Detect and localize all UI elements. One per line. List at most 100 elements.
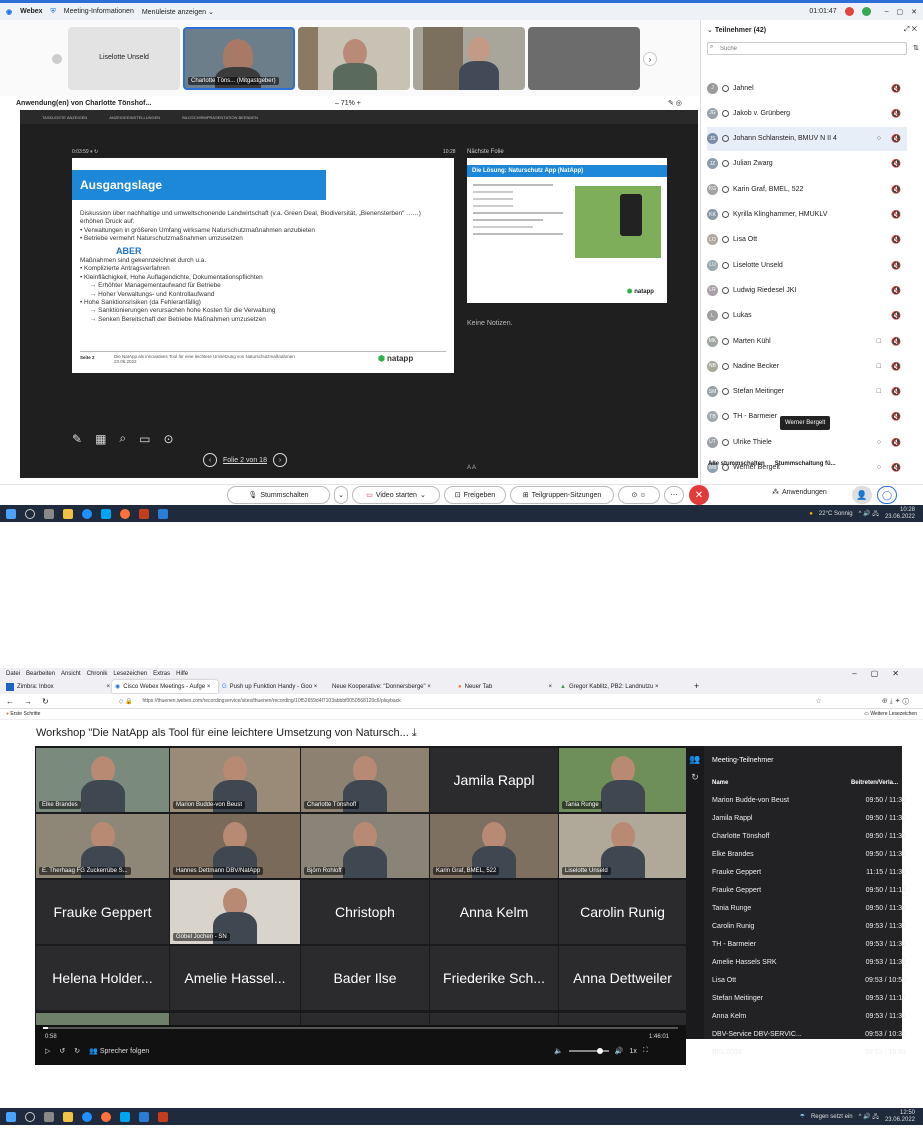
play-icon[interactable]: ▷ xyxy=(45,1047,50,1055)
video-tile[interactable]: Carolin Runig xyxy=(559,880,686,944)
word-icon[interactable] xyxy=(139,1111,149,1122)
participant-row[interactable]: KK Kyrilla Klinghammer, HMUKLV 🔇 xyxy=(707,203,907,227)
zoom-icon[interactable]: ⌕ xyxy=(119,431,126,446)
menu-view[interactable]: Ansicht xyxy=(61,671,81,677)
popout-icon[interactable]: ⤢ ✕ xyxy=(904,26,917,34)
participant-row[interactable]: UT Ulrike Thiele ○ 🔇 xyxy=(707,430,907,454)
annotate-icon[interactable]: ✎ ◎ xyxy=(668,99,682,107)
start-icon[interactable] xyxy=(6,1111,16,1122)
download-icon[interactable]: ⤓ xyxy=(412,727,417,739)
pen-icon[interactable]: ✎ xyxy=(72,432,82,446)
video-tile[interactable]: Göbel Jochen - SN xyxy=(170,880,300,944)
reload-icon[interactable]: ↻ xyxy=(42,697,49,706)
next-slide-button[interactable]: › xyxy=(272,453,287,467)
firefox-icon[interactable] xyxy=(101,1111,111,1122)
powerpoint-icon[interactable] xyxy=(139,508,149,519)
maximize-button[interactable]: ▢ xyxy=(897,8,904,16)
participant-row[interactable]: KG Karin Graf, BMEL, 522 🔇 xyxy=(707,177,907,201)
participant-row[interactable]: MK Marten Kühl □ 🔇 xyxy=(707,329,907,353)
breakout-button[interactable]: ⊞ Teilgruppen-Sitzungen xyxy=(510,486,614,504)
forward-icon[interactable]: → xyxy=(24,697,32,706)
video-tile[interactable]: Tania Runge xyxy=(559,748,686,812)
prev-slide-button[interactable]: ‹ xyxy=(203,453,217,467)
window-controls[interactable]: –▢✕ xyxy=(852,669,923,678)
display-settings-button[interactable]: ANZEIGEEINSTELLUNGEN xyxy=(109,115,160,120)
muted-microphone-icon[interactable]: 🔇 xyxy=(891,387,901,396)
video-tile-host[interactable]: Charlotte Töns... (Mitgastgeber) xyxy=(183,27,295,90)
subtitles-icon[interactable]: ▭ xyxy=(139,432,150,446)
zoom-control[interactable]: – 71% + xyxy=(335,100,361,107)
sort-icon[interactable]: ⇅ xyxy=(913,44,919,52)
video-tile[interactable]: Bader Ilse xyxy=(301,946,429,1010)
search-icon[interactable] xyxy=(25,508,35,519)
participant-row[interactable]: WB Werner Bergelt ○ 🔇 xyxy=(707,456,907,480)
video-tile-2[interactable] xyxy=(298,27,410,90)
other-bookmarks[interactable]: ▭ Weitere Lesezeichen xyxy=(864,711,923,717)
menu-bar-toggle[interactable]: Menüleiste anzeigen ⌄ xyxy=(142,8,214,16)
show-taskbar-button[interactable]: TASKLEISTE ANZEIGEN xyxy=(42,115,87,120)
toolbar-icons[interactable]: ⊕ ⤓ ✦ ⓘ xyxy=(882,697,923,706)
edge-icon[interactable] xyxy=(82,508,92,519)
video-tile[interactable]: Amelie Hassel... xyxy=(170,946,300,1010)
participant-row[interactable]: JZ Julian Zwarg 🔇 xyxy=(707,152,907,176)
video-tile[interactable]: Charlotte Tönshoff xyxy=(301,748,429,812)
video-tile[interactable]: Elke Brandes xyxy=(36,748,169,812)
participant-row[interactable]: NB Nadine Becker □ 🔇 xyxy=(707,354,907,378)
fullscreen-icon[interactable]: ⛶ xyxy=(643,1047,648,1055)
volume-slider[interactable] xyxy=(568,1048,609,1054)
apps-button[interactable]: ⁂ Anwendungen xyxy=(772,488,827,497)
video-tile[interactable]: Björn Rohloff xyxy=(301,814,429,878)
video-tile[interactable]: E. Therhaag FG Zuckerrübe S... xyxy=(36,814,169,878)
video-tile[interactable]: Frauke Geppert xyxy=(36,880,169,944)
muted-microphone-icon[interactable]: 🔇 xyxy=(891,185,901,194)
task-view-icon[interactable] xyxy=(44,1111,54,1122)
forward-icon[interactable]: ↻ xyxy=(74,1047,80,1055)
chevron-down-icon[interactable]: ⌄ xyxy=(707,26,713,34)
mute-button[interactable]: 🎙 Stummschalten xyxy=(227,486,330,504)
rewind-icon[interactable]: ↺ xyxy=(59,1047,65,1055)
video-tile[interactable]: Jamila Rappl xyxy=(430,748,558,812)
participant-search-input[interactable] xyxy=(707,42,907,55)
tab-kooperative[interactable]: Neue Kooperative: "Donnersberge" × xyxy=(332,681,452,693)
video-tile[interactable]: Marion Budde-von Beust xyxy=(170,748,300,812)
share-button[interactable]: ⊡ Freigeben xyxy=(444,486,506,504)
search-icon[interactable] xyxy=(25,1111,35,1122)
participant-row[interactable]: LU Liselotte Unseld 🔇 xyxy=(707,253,907,277)
participants-icon[interactable]: 👥 xyxy=(686,750,704,768)
mute-all-button[interactable]: Alle stummschalten xyxy=(708,461,765,467)
start-video-button[interactable]: ▭ Video starten ⌄ xyxy=(352,486,440,504)
speed-button[interactable]: 1x xyxy=(629,1048,636,1055)
muted-microphone-icon[interactable]: 🔇 xyxy=(891,311,901,320)
grid-icon[interactable]: ▦ xyxy=(95,432,106,446)
participant-row[interactable]: JS Johann Schlanstein, BMUV N II 4 ○ 🔇 xyxy=(707,126,907,151)
muted-microphone-icon[interactable]: 🔇 xyxy=(891,261,901,270)
participant-row[interactable]: LO Lisa Ott 🔇 xyxy=(707,228,907,252)
edge-icon[interactable] xyxy=(82,1111,92,1122)
video-tile[interactable]: Hannes Dettmann DBV/NatApp xyxy=(170,814,300,878)
muted-microphone-icon[interactable]: 🔇 xyxy=(891,438,901,447)
webex-taskbar-icon[interactable] xyxy=(120,1111,130,1122)
menu-help[interactable]: Hilfe xyxy=(176,671,188,677)
back-icon[interactable]: ← xyxy=(6,697,14,706)
task-view-icon[interactable] xyxy=(44,508,54,519)
muted-microphone-icon[interactable]: 🔇 xyxy=(891,210,901,219)
muted-microphone-icon[interactable]: 🔇 xyxy=(891,84,901,93)
video-tile-3[interactable] xyxy=(413,27,525,90)
participant-row[interactable]: JG Jakob v. Grünberg 🔇 xyxy=(707,101,907,125)
minimize-button[interactable]: – xyxy=(885,8,889,15)
menu-bookmarks[interactable]: Lesezeichen xyxy=(113,671,147,677)
chat-toggle-icon[interactable]: ◯ xyxy=(877,486,897,504)
menu-edit[interactable]: Bearbeiten xyxy=(26,671,55,677)
tab-gregor[interactable]: ▲ Gregor Kablitz, PB2: Landnutzu × xyxy=(560,681,690,693)
text-size-icon[interactable]: A A xyxy=(467,465,476,471)
muted-microphone-icon[interactable]: 🔇 xyxy=(891,286,901,295)
url-bar[interactable]: https://thuenen.webex.com/recordingservi… xyxy=(142,698,400,704)
audio-options-icon[interactable]: ⌄ xyxy=(334,486,348,504)
mute-on-entry-button[interactable]: Stummschaltung fü... xyxy=(775,461,836,467)
participant-row[interactable]: LR Ludwig Riedesel JKI 🔇 xyxy=(707,278,907,302)
tab-webex[interactable]: ◉ Cisco Webex Meetings - Aufge × xyxy=(112,680,218,693)
acrobat-icon[interactable] xyxy=(158,1111,168,1122)
explorer-icon[interactable] xyxy=(63,1111,73,1122)
tab-google[interactable]: G Push up Funktion Handy - Goo × xyxy=(222,681,326,693)
volume-icon[interactable]: 🔈 xyxy=(554,1047,563,1055)
